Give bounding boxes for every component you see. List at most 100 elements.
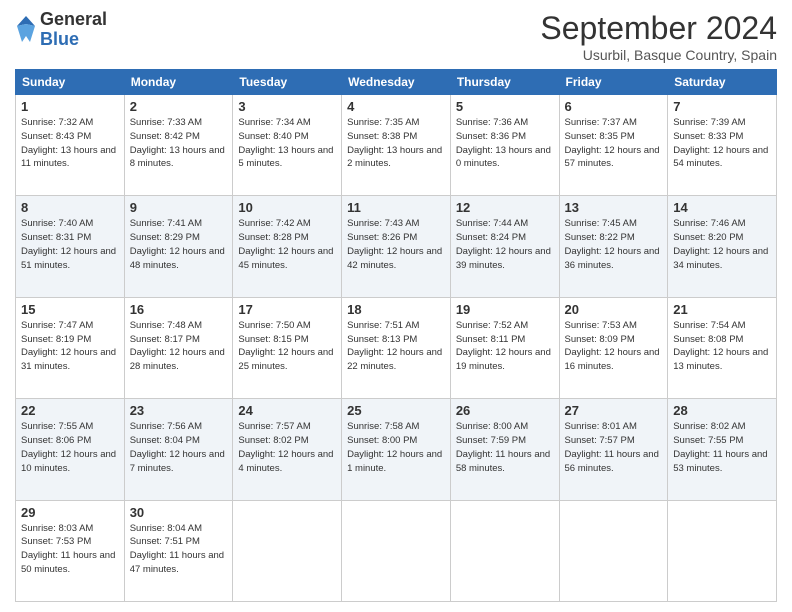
day-info: Sunrise: 7:44 AMSunset: 8:24 PMDaylight:… bbox=[456, 218, 551, 270]
logo-icon bbox=[15, 14, 37, 46]
day-info: Sunrise: 7:40 AMSunset: 8:31 PMDaylight:… bbox=[21, 218, 116, 270]
day-number: 10 bbox=[238, 200, 336, 215]
logo: General Blue bbox=[15, 10, 107, 50]
day-info: Sunrise: 7:57 AMSunset: 8:02 PMDaylight:… bbox=[238, 421, 333, 473]
day-info: Sunrise: 7:53 AMSunset: 8:09 PMDaylight:… bbox=[565, 320, 660, 372]
day-number: 20 bbox=[565, 302, 663, 317]
day-info: Sunrise: 8:01 AMSunset: 7:57 PMDaylight:… bbox=[565, 421, 659, 473]
table-cell: 14 Sunrise: 7:46 AMSunset: 8:20 PMDaylig… bbox=[668, 196, 777, 297]
table-cell: 1 Sunrise: 7:32 AMSunset: 8:43 PMDayligh… bbox=[16, 95, 125, 196]
day-info: Sunrise: 7:33 AMSunset: 8:42 PMDaylight:… bbox=[130, 117, 225, 169]
col-friday: Friday bbox=[559, 70, 668, 95]
day-info: Sunrise: 8:04 AMSunset: 7:51 PMDaylight:… bbox=[130, 523, 224, 575]
header-row: Sunday Monday Tuesday Wednesday Thursday… bbox=[16, 70, 777, 95]
table-cell: 2 Sunrise: 7:33 AMSunset: 8:42 PMDayligh… bbox=[124, 95, 233, 196]
table-cell: 29 Sunrise: 8:03 AMSunset: 7:53 PMDaylig… bbox=[16, 500, 125, 601]
day-number: 7 bbox=[673, 99, 771, 114]
day-number: 26 bbox=[456, 403, 554, 418]
day-number: 14 bbox=[673, 200, 771, 215]
day-number: 15 bbox=[21, 302, 119, 317]
col-saturday: Saturday bbox=[668, 70, 777, 95]
day-info: Sunrise: 7:39 AMSunset: 8:33 PMDaylight:… bbox=[673, 117, 768, 169]
col-monday: Monday bbox=[124, 70, 233, 95]
day-number: 23 bbox=[130, 403, 228, 418]
table-cell: 12 Sunrise: 7:44 AMSunset: 8:24 PMDaylig… bbox=[450, 196, 559, 297]
day-info: Sunrise: 7:50 AMSunset: 8:15 PMDaylight:… bbox=[238, 320, 333, 372]
day-number: 30 bbox=[130, 505, 228, 520]
logo-general: General bbox=[40, 10, 107, 30]
day-number: 9 bbox=[130, 200, 228, 215]
day-number: 3 bbox=[238, 99, 336, 114]
day-number: 19 bbox=[456, 302, 554, 317]
title-block: September 2024 Usurbil, Basque Country, … bbox=[540, 10, 777, 63]
table-cell: 9 Sunrise: 7:41 AMSunset: 8:29 PMDayligh… bbox=[124, 196, 233, 297]
day-number: 28 bbox=[673, 403, 771, 418]
day-info: Sunrise: 7:45 AMSunset: 8:22 PMDaylight:… bbox=[565, 218, 660, 270]
month-title: September 2024 bbox=[540, 10, 777, 47]
day-info: Sunrise: 7:46 AMSunset: 8:20 PMDaylight:… bbox=[673, 218, 768, 270]
table-cell: 22 Sunrise: 7:55 AMSunset: 8:06 PMDaylig… bbox=[16, 399, 125, 500]
day-info: Sunrise: 7:56 AMSunset: 8:04 PMDaylight:… bbox=[130, 421, 225, 473]
day-number: 5 bbox=[456, 99, 554, 114]
day-number: 11 bbox=[347, 200, 445, 215]
table-cell: 11 Sunrise: 7:43 AMSunset: 8:26 PMDaylig… bbox=[342, 196, 451, 297]
day-number: 12 bbox=[456, 200, 554, 215]
table-cell bbox=[233, 500, 342, 601]
day-number: 18 bbox=[347, 302, 445, 317]
location: Usurbil, Basque Country, Spain bbox=[540, 47, 777, 63]
table-row: 22 Sunrise: 7:55 AMSunset: 8:06 PMDaylig… bbox=[16, 399, 777, 500]
table-cell: 23 Sunrise: 7:56 AMSunset: 8:04 PMDaylig… bbox=[124, 399, 233, 500]
table-cell bbox=[559, 500, 668, 601]
day-info: Sunrise: 7:43 AMSunset: 8:26 PMDaylight:… bbox=[347, 218, 442, 270]
col-wednesday: Wednesday bbox=[342, 70, 451, 95]
day-info: Sunrise: 7:32 AMSunset: 8:43 PMDaylight:… bbox=[21, 117, 116, 169]
day-info: Sunrise: 7:37 AMSunset: 8:35 PMDaylight:… bbox=[565, 117, 660, 169]
table-cell: 5 Sunrise: 7:36 AMSunset: 8:36 PMDayligh… bbox=[450, 95, 559, 196]
day-info: Sunrise: 7:41 AMSunset: 8:29 PMDaylight:… bbox=[130, 218, 225, 270]
day-info: Sunrise: 7:36 AMSunset: 8:36 PMDaylight:… bbox=[456, 117, 551, 169]
day-number: 17 bbox=[238, 302, 336, 317]
col-tuesday: Tuesday bbox=[233, 70, 342, 95]
day-info: Sunrise: 8:02 AMSunset: 7:55 PMDaylight:… bbox=[673, 421, 767, 473]
day-info: Sunrise: 7:54 AMSunset: 8:08 PMDaylight:… bbox=[673, 320, 768, 372]
table-cell: 7 Sunrise: 7:39 AMSunset: 8:33 PMDayligh… bbox=[668, 95, 777, 196]
day-info: Sunrise: 7:55 AMSunset: 8:06 PMDaylight:… bbox=[21, 421, 116, 473]
table-cell: 18 Sunrise: 7:51 AMSunset: 8:13 PMDaylig… bbox=[342, 297, 451, 398]
table-cell: 3 Sunrise: 7:34 AMSunset: 8:40 PMDayligh… bbox=[233, 95, 342, 196]
table-cell: 26 Sunrise: 8:00 AMSunset: 7:59 PMDaylig… bbox=[450, 399, 559, 500]
day-number: 13 bbox=[565, 200, 663, 215]
day-number: 24 bbox=[238, 403, 336, 418]
day-number: 22 bbox=[21, 403, 119, 418]
day-number: 1 bbox=[21, 99, 119, 114]
header: General Blue September 2024 Usurbil, Bas… bbox=[15, 10, 777, 63]
table-cell: 25 Sunrise: 7:58 AMSunset: 8:00 PMDaylig… bbox=[342, 399, 451, 500]
table-row: 1 Sunrise: 7:32 AMSunset: 8:43 PMDayligh… bbox=[16, 95, 777, 196]
table-cell: 8 Sunrise: 7:40 AMSunset: 8:31 PMDayligh… bbox=[16, 196, 125, 297]
table-cell: 21 Sunrise: 7:54 AMSunset: 8:08 PMDaylig… bbox=[668, 297, 777, 398]
day-number: 27 bbox=[565, 403, 663, 418]
table-cell: 15 Sunrise: 7:47 AMSunset: 8:19 PMDaylig… bbox=[16, 297, 125, 398]
table-cell bbox=[668, 500, 777, 601]
day-info: Sunrise: 8:00 AMSunset: 7:59 PMDaylight:… bbox=[456, 421, 550, 473]
day-number: 4 bbox=[347, 99, 445, 114]
day-info: Sunrise: 7:47 AMSunset: 8:19 PMDaylight:… bbox=[21, 320, 116, 372]
table-cell: 6 Sunrise: 7:37 AMSunset: 8:35 PMDayligh… bbox=[559, 95, 668, 196]
day-number: 25 bbox=[347, 403, 445, 418]
table-row: 29 Sunrise: 8:03 AMSunset: 7:53 PMDaylig… bbox=[16, 500, 777, 601]
table-cell: 17 Sunrise: 7:50 AMSunset: 8:15 PMDaylig… bbox=[233, 297, 342, 398]
day-number: 2 bbox=[130, 99, 228, 114]
day-number: 29 bbox=[21, 505, 119, 520]
table-cell: 20 Sunrise: 7:53 AMSunset: 8:09 PMDaylig… bbox=[559, 297, 668, 398]
day-info: Sunrise: 7:51 AMSunset: 8:13 PMDaylight:… bbox=[347, 320, 442, 372]
calendar-table: Sunday Monday Tuesday Wednesday Thursday… bbox=[15, 69, 777, 602]
day-info: Sunrise: 7:58 AMSunset: 8:00 PMDaylight:… bbox=[347, 421, 442, 473]
col-thursday: Thursday bbox=[450, 70, 559, 95]
day-number: 6 bbox=[565, 99, 663, 114]
day-info: Sunrise: 7:48 AMSunset: 8:17 PMDaylight:… bbox=[130, 320, 225, 372]
table-cell: 28 Sunrise: 8:02 AMSunset: 7:55 PMDaylig… bbox=[668, 399, 777, 500]
day-info: Sunrise: 8:03 AMSunset: 7:53 PMDaylight:… bbox=[21, 523, 115, 575]
day-number: 8 bbox=[21, 200, 119, 215]
table-cell bbox=[342, 500, 451, 601]
table-cell: 4 Sunrise: 7:35 AMSunset: 8:38 PMDayligh… bbox=[342, 95, 451, 196]
day-info: Sunrise: 7:52 AMSunset: 8:11 PMDaylight:… bbox=[456, 320, 551, 372]
